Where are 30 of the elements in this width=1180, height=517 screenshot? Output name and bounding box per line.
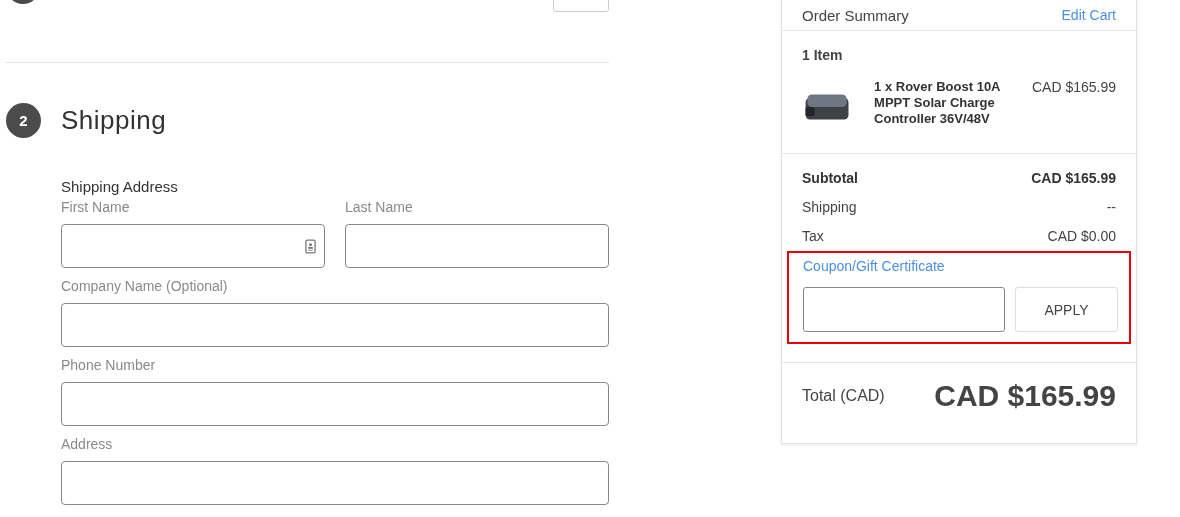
input-field[interactable] [345,224,609,268]
summary-label: Subtotal [802,170,858,188]
step-number: 2 [6,103,41,138]
input-field[interactable] [61,382,609,426]
section-label: Shipping Address [61,178,179,195]
field-label: Address [61,436,114,454]
summary-value: CAD $0.00 [1047,228,1116,246]
input-field[interactable] [61,224,325,268]
summary-label: Shipping [802,199,857,217]
item-count: 1 Item [802,47,844,63]
field-label: Phone Number [61,357,157,375]
product-name: 1 x Rover Boost 10A MPPT Solar Charge Controller 36V/48V [874,79,1001,127]
input-field[interactable] [61,303,609,347]
summary-label: Tax [802,228,824,246]
summary-value: CAD $165.99 [1031,170,1116,188]
input-field[interactable] [61,461,609,505]
field-label: Last Name [345,199,414,217]
field-label: First Name [61,199,131,217]
total-value: CAD $165.99 [934,379,1116,413]
contact-card-icon[interactable] [305,239,316,254]
summary-value: -- [1106,199,1116,217]
apply-button[interactable]: APPLY [1015,287,1118,332]
coupon-link[interactable]: Coupon/Gift Certificate [803,258,945,274]
coupon-input[interactable] [803,287,1005,332]
product-price: CAD $165.99 [1031,79,1116,95]
step-title: Shipping [61,105,167,136]
field-label: Company Name (Optional) [61,278,229,296]
summary-title: Order Summary [802,6,909,24]
edit-cart-link[interactable]: Edit Cart [1061,7,1116,23]
total-label: Total (CAD) [802,387,885,405]
